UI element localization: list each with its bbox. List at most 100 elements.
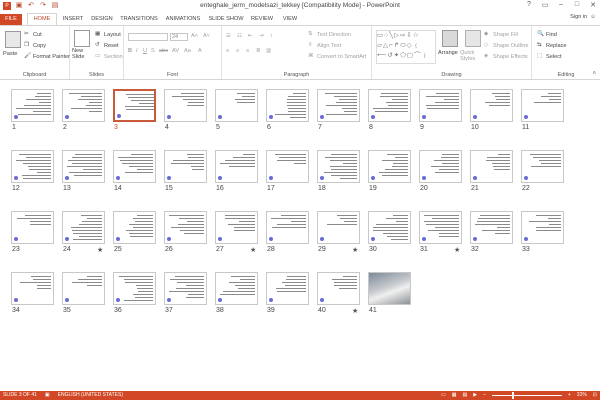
slide-thumbnail[interactable] [113, 150, 156, 183]
zoom-level[interactable]: 33% [577, 392, 587, 398]
maximize-icon[interactable]: □ [572, 1, 582, 9]
arrange-icon[interactable] [442, 30, 458, 47]
slide-thumbnail[interactable] [266, 150, 309, 183]
animation-star-icon[interactable]: ★ [352, 307, 358, 315]
fit-slide-icon[interactable]: ⊡ [593, 392, 597, 398]
tab-transitions[interactable]: TRANSITIONS [118, 14, 160, 25]
slide-thumbnail[interactable] [215, 150, 258, 183]
slide-thumbnail[interactable] [317, 89, 360, 122]
slide-thumbnail[interactable] [164, 272, 207, 305]
bullets-icon[interactable]: ☰ [226, 33, 231, 39]
increase-indent-icon[interactable]: ⇥ [259, 33, 264, 39]
slide-thumbnail[interactable] [215, 89, 258, 122]
tab-design[interactable]: DESIGN [88, 14, 116, 25]
columns-icon[interactable]: ▥ [266, 48, 271, 54]
slide-thumbnail[interactable] [11, 89, 54, 122]
slide-thumbnail[interactable] [266, 211, 309, 244]
shapes-gallery[interactable]: ▭○╲▷⇨⇩☆ ▱△⌐↱⬭◇﹛ ⟵↺✦⬠▢⌒﹜ [376, 30, 436, 64]
slide-thumbnail[interactable] [419, 211, 462, 244]
slide-thumbnail[interactable] [368, 211, 411, 244]
tab-animations[interactable]: ANIMATIONS [162, 14, 204, 25]
slide-thumbnail[interactable] [215, 211, 258, 244]
character-spacing-icon[interactable]: AV [172, 48, 179, 54]
decrease-indent-icon[interactable]: ⇤ [248, 33, 253, 39]
bold-icon[interactable]: B [128, 48, 132, 54]
collapse-ribbon-icon[interactable]: ˄ [592, 71, 596, 77]
slide-thumbnail[interactable] [470, 211, 513, 244]
tab-view[interactable]: VIEW [279, 14, 301, 25]
quick-styles-button[interactable]: Quick Styles [460, 50, 484, 62]
zoom-out-button[interactable]: – [483, 392, 486, 398]
slide-thumbnail[interactable] [266, 89, 309, 122]
minimize-icon[interactable]: – [556, 1, 566, 9]
sign-in[interactable]: Sign in ☺ [570, 14, 596, 20]
slide-sorter-view-icon[interactable]: ▦ [452, 392, 457, 398]
copy-button[interactable]: ❐ Copy [24, 42, 46, 49]
slide-thumbnail[interactable] [62, 272, 105, 305]
shape-outline-button[interactable]: ◇ Shape Outline [484, 42, 528, 49]
tab-file[interactable]: FILE [0, 14, 22, 25]
close-icon[interactable]: ✕ [588, 1, 598, 9]
shape-effects-button[interactable]: ◈ Shape Effects [484, 53, 528, 60]
shape-fill-button[interactable]: ◆ Shape Fill [484, 31, 518, 38]
arrange-button[interactable]: Arrange [438, 50, 458, 56]
slide-thumbnail[interactable] [164, 89, 207, 122]
slide-thumbnail[interactable] [11, 272, 54, 305]
justify-icon[interactable]: ≣ [256, 48, 261, 54]
slide-thumbnail[interactable] [215, 272, 258, 305]
slide-thumbnail[interactable] [164, 150, 207, 183]
language-status[interactable]: ENGLISH (UNITED STATES) [58, 392, 123, 398]
slide-thumbnail[interactable] [368, 272, 411, 305]
animation-star-icon[interactable]: ★ [454, 246, 460, 254]
smiley-icon[interactable]: ☺ [590, 14, 596, 20]
tab-insert[interactable]: INSERT [59, 14, 87, 25]
animation-star-icon[interactable]: ★ [250, 246, 256, 254]
slide-show-view-icon[interactable]: ▶ [473, 392, 477, 398]
align-right-icon[interactable]: ≡ [246, 48, 249, 54]
layout-button[interactable]: ▦ Layout [95, 31, 121, 38]
font-size-combo[interactable]: 24 [170, 33, 188, 41]
slide-thumbnail[interactable] [62, 211, 105, 244]
convert-smartart-button[interactable]: ⌘ Convert to SmartArt [308, 53, 366, 60]
font-color-icon[interactable]: A [198, 48, 202, 54]
replace-button[interactable]: ⇆ Replace [537, 42, 567, 49]
slide-thumbnail[interactable] [113, 89, 156, 122]
underline-icon[interactable]: U [143, 48, 147, 54]
slide-thumbnail[interactable] [62, 150, 105, 183]
slide-thumbnail[interactable] [11, 211, 54, 244]
tab-slide-show[interactable]: SLIDE SHOW [206, 14, 246, 25]
text-direction-button[interactable]: ⇅ Text Direction [308, 31, 351, 38]
align-left-icon[interactable]: ≡ [226, 48, 229, 54]
font-name-combo[interactable] [128, 33, 168, 41]
slide-thumbnail[interactable] [113, 272, 156, 305]
tab-home[interactable]: HOME [27, 13, 57, 25]
find-button[interactable]: 🔍 Find [537, 31, 557, 38]
sign-in-label[interactable]: Sign in [570, 14, 587, 20]
zoom-in-button[interactable]: + [568, 392, 571, 398]
normal-view-icon[interactable]: ▭ [441, 392, 446, 398]
slide-thumbnail[interactable] [368, 89, 411, 122]
strikethrough-icon[interactable]: abc [159, 48, 168, 54]
spelling-icon[interactable]: ▣ [45, 392, 50, 398]
reading-view-icon[interactable]: ▤ [462, 392, 467, 398]
align-center-icon[interactable]: ≡ [236, 48, 239, 54]
ribbon-display-options-icon[interactable]: ▭ [540, 1, 550, 9]
help-icon[interactable]: ? [524, 1, 534, 9]
slide-thumbnail[interactable] [317, 272, 360, 305]
slide-thumbnail[interactable] [470, 89, 513, 122]
slide-thumbnail[interactable] [164, 211, 207, 244]
slide-thumbnail[interactable] [419, 89, 462, 122]
animation-star-icon[interactable]: ★ [97, 246, 103, 254]
slide-thumbnail[interactable] [521, 211, 564, 244]
shrink-font-icon[interactable]: A˅ [203, 33, 210, 39]
slide-thumbnail[interactable] [317, 150, 360, 183]
slide-thumbnail[interactable] [62, 89, 105, 122]
animation-star-icon[interactable]: ★ [352, 246, 358, 254]
select-button[interactable]: ⬚ Select [537, 53, 562, 60]
tab-review[interactable]: REVIEW [248, 14, 276, 25]
paste-icon[interactable] [5, 31, 21, 48]
paste-button[interactable]: Paste [3, 51, 17, 57]
format-painter-button[interactable]: 🖌 Format Painter [24, 53, 70, 60]
slide-thumbnail[interactable] [11, 150, 54, 183]
new-slide-icon[interactable] [74, 30, 90, 47]
